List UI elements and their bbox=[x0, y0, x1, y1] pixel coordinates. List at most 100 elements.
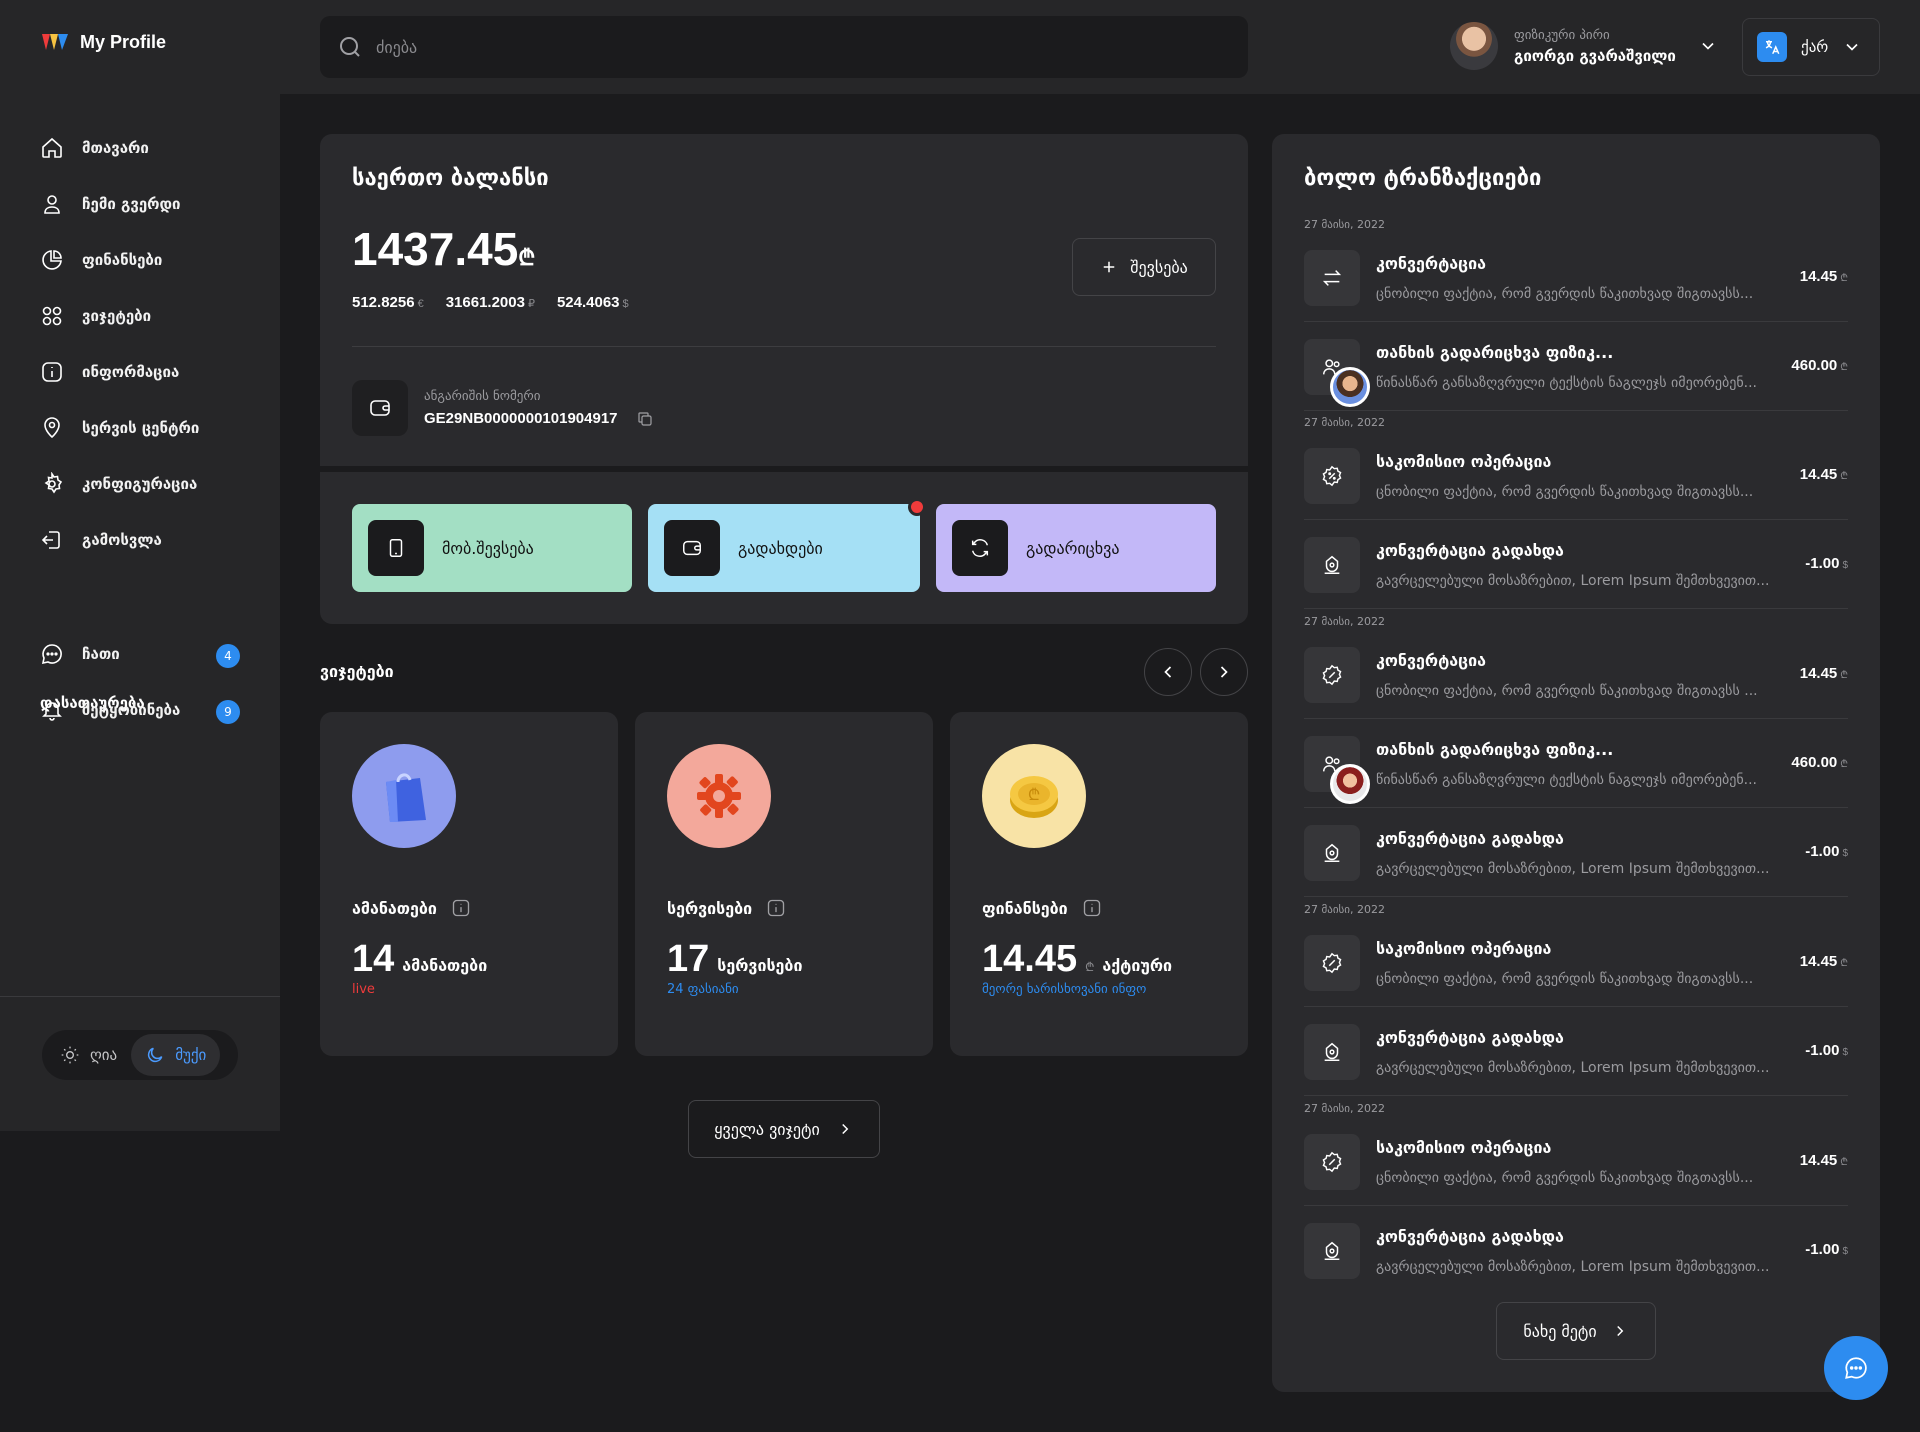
percent-icon bbox=[1304, 647, 1360, 703]
widget-currency: ₾ bbox=[1085, 960, 1095, 974]
profile-menu[interactable]: ფიზიკური პირი გიორგი გვარაშვილი bbox=[1450, 22, 1718, 70]
language-selector[interactable]: ქარ bbox=[1742, 18, 1880, 76]
sidebar-item-service-center[interactable]: სერვის ცენტრი bbox=[40, 416, 199, 440]
widget-card-finances[interactable]: ₾ ფინანსები 14.45 ₾ აქტიური მეორე ხარისხ… bbox=[950, 712, 1248, 1056]
transaction-row[interactable]: თანხის გადარიცხვა ფიზიკ... წინასწარ განს… bbox=[1304, 323, 1848, 411]
info-icon[interactable] bbox=[1082, 898, 1102, 918]
widget-count: 14 bbox=[352, 938, 395, 980]
copy-icon[interactable] bbox=[636, 410, 654, 428]
info-icon[interactable] bbox=[451, 898, 471, 918]
profile-role: ფიზიკური პირი bbox=[1514, 27, 1610, 43]
transaction-row[interactable]: საკომისიო ოპერაცია ცნობილი ფაქტია, რომ გ… bbox=[1304, 919, 1848, 1007]
search-input[interactable] bbox=[376, 37, 1176, 57]
sidebar: მთავარი ჩემი გვერდი ფინანსები ვიჯეტები ი… bbox=[0, 94, 280, 1131]
transaction-date: 27 მაისი, 2022 bbox=[1304, 615, 1385, 628]
action-transfer[interactable]: გადარიცხვა bbox=[936, 504, 1216, 592]
shopping-bag-icon bbox=[352, 744, 456, 848]
transaction-amount: 14.45 ₾ bbox=[1799, 268, 1848, 285]
sub-balance-eur: 512.8256 € bbox=[352, 294, 424, 311]
transaction-desc: ცნობილი ფაქტია, რომ გვერდის წაკითხვად ში… bbox=[1376, 683, 1758, 699]
account-info: ანგარიშის ნომერი GE29NB0000000101904917 bbox=[352, 380, 654, 436]
language-label: ქარ bbox=[1801, 38, 1829, 56]
widget-unit: აქტიური bbox=[1102, 956, 1173, 975]
action-mobile-topup[interactable]: მობ.შევსება bbox=[352, 504, 632, 592]
logo-text: My Profile bbox=[80, 31, 167, 52]
transaction-row[interactable]: საკომისიო ოპერაცია ცნობილი ფაქტია, რომ გ… bbox=[1304, 1118, 1848, 1206]
transaction-row[interactable]: კონვერტაცია გადახდა გავრცელებული მოსაზრე… bbox=[1304, 809, 1848, 897]
moon-icon bbox=[145, 1045, 165, 1065]
transaction-name: კონვერტაცია გადახდა bbox=[1376, 1227, 1564, 1246]
topup-label: შევსება bbox=[1130, 257, 1188, 277]
sidebar-item-notifications[interactable]: შეტყობინება bbox=[40, 698, 180, 722]
transaction-row[interactable]: კონვერტაცია გადახდა გავრცელებული მოსაზრე… bbox=[1304, 1207, 1848, 1295]
transaction-desc: გავრცელებული მოსაზრებით, Lorem Ipsum შემ… bbox=[1376, 573, 1770, 589]
transactions-title: ბოლო ტრანზაქციები bbox=[1304, 166, 1542, 191]
transaction-amount: 14.45 ₾ bbox=[1799, 1152, 1848, 1169]
transaction-row[interactable]: კონვერტაცია გადახდა გავრცელებული მოსაზრე… bbox=[1304, 1008, 1848, 1096]
action-label: გადარიცხვა bbox=[1026, 538, 1120, 558]
transaction-amount: 14.45 ₾ bbox=[1799, 953, 1848, 970]
avatar bbox=[1330, 367, 1370, 407]
widget-card-services[interactable]: სერვისები 17 სერვისები 24 ფასიანი bbox=[635, 712, 933, 1056]
logo[interactable]: My Profile bbox=[40, 30, 166, 54]
theme-toggle[interactable]: ღია მუქი bbox=[42, 1030, 238, 1080]
bell-icon bbox=[40, 698, 64, 722]
theme-dark-option[interactable]: მუქი bbox=[131, 1034, 221, 1076]
sidebar-item-finances[interactable]: ფინანსები bbox=[40, 248, 162, 272]
theme-light-label: ღია bbox=[90, 1046, 118, 1064]
info-icon[interactable] bbox=[766, 898, 786, 918]
transaction-amount: 14.45 ₾ bbox=[1799, 665, 1848, 682]
sidebar-item-chat[interactable]: ჩათი bbox=[40, 642, 120, 666]
search-bar[interactable] bbox=[320, 16, 1248, 78]
transaction-row[interactable]: კონვერტაცია გადახდა გავრცელებული მოსაზრე… bbox=[1304, 521, 1848, 609]
theme-dark-label: მუქი bbox=[175, 1046, 207, 1064]
all-widgets-button[interactable]: ყველა ვიჯეტი bbox=[688, 1100, 880, 1158]
sidebar-divider bbox=[0, 996, 280, 997]
balance-amount: 1437.45₾ bbox=[352, 222, 535, 276]
widget-count: 14.45 bbox=[982, 938, 1078, 980]
widgets-next-button[interactable] bbox=[1200, 648, 1248, 696]
transaction-date: 27 მაისი, 2022 bbox=[1304, 218, 1385, 231]
sub-balance-usd: 524.4063 $ bbox=[556, 294, 629, 311]
transaction-amount: 460.00 ₾ bbox=[1791, 357, 1848, 374]
widgets-prev-button[interactable] bbox=[1144, 648, 1192, 696]
transaction-row[interactable]: საკომისიო ოპერაცია ცნობილი ფაქტია, რომ გ… bbox=[1304, 432, 1848, 520]
see-more-button[interactable]: ნახე მეტი bbox=[1496, 1302, 1656, 1360]
sidebar-item-info[interactable]: ინფორმაცია bbox=[40, 360, 179, 384]
transaction-date: 27 მაისი, 2022 bbox=[1304, 416, 1385, 429]
sidebar-item-label: ჩათი bbox=[82, 645, 120, 663]
chat-fab-button[interactable] bbox=[1824, 1336, 1888, 1400]
widgets-title: ვიჯეტები bbox=[320, 662, 394, 681]
sidebar-item-label: სერვის ცენტრი bbox=[82, 419, 200, 437]
balance-currency: ₾ bbox=[518, 245, 536, 270]
widget-note: 24 ფასიანი bbox=[667, 982, 739, 997]
transaction-amount: -1.00 $ bbox=[1805, 555, 1848, 572]
percent-icon bbox=[1304, 1134, 1360, 1190]
sidebar-item-configuration[interactable]: კონფიგურაცია bbox=[40, 472, 197, 496]
user-icon bbox=[40, 192, 64, 216]
theme-light-option[interactable]: ღია bbox=[46, 1034, 131, 1076]
sub-balances: 512.8256 € 31661.2003 ₽ 524.4063 $ bbox=[352, 294, 629, 311]
top-bar: My Profile ფიზიკური პირი გიორგი გვარაშვი… bbox=[0, 0, 1920, 94]
action-payments[interactable]: გადახდები bbox=[648, 498, 926, 592]
pie-chart-icon bbox=[40, 248, 64, 272]
topup-button[interactable]: შევსება bbox=[1072, 238, 1216, 296]
transaction-desc: გავრცელებული მოსაზრებით, Lorem Ipsum შემ… bbox=[1376, 1060, 1770, 1076]
sidebar-item-widgets[interactable]: ვიჯეტები bbox=[40, 304, 151, 328]
percent-icon bbox=[1304, 935, 1360, 991]
transaction-row[interactable]: კონვერტაცია ცნობილი ფაქტია, რომ გვერდის … bbox=[1304, 631, 1848, 719]
chevron-down-icon[interactable] bbox=[1698, 36, 1718, 56]
search-icon bbox=[338, 35, 362, 59]
transaction-name: კონვერტაცია გადახდა bbox=[1376, 829, 1564, 848]
action-label: მობ.შევსება bbox=[442, 538, 534, 558]
widget-note: live bbox=[352, 982, 375, 997]
sidebar-item-profile[interactable]: ჩემი გვერდი bbox=[40, 192, 180, 216]
sidebar-item-label: ვიჯეტები bbox=[82, 307, 152, 325]
avatar bbox=[1450, 22, 1498, 70]
transaction-row[interactable]: კონვერტაცია ცნობილი ფაქტია, რომ გვერდის … bbox=[1304, 234, 1848, 322]
sidebar-item-home[interactable]: მთავარი bbox=[40, 136, 149, 160]
sidebar-item-logout[interactable]: გამოსვლა bbox=[40, 528, 162, 552]
gear-icon bbox=[40, 472, 64, 496]
transaction-row[interactable]: თანხის გადარიცხვა ფიზიკ... წინასწარ განს… bbox=[1304, 720, 1848, 808]
widget-card-parcels[interactable]: ამანათები 14 ამანათები live bbox=[320, 712, 618, 1056]
